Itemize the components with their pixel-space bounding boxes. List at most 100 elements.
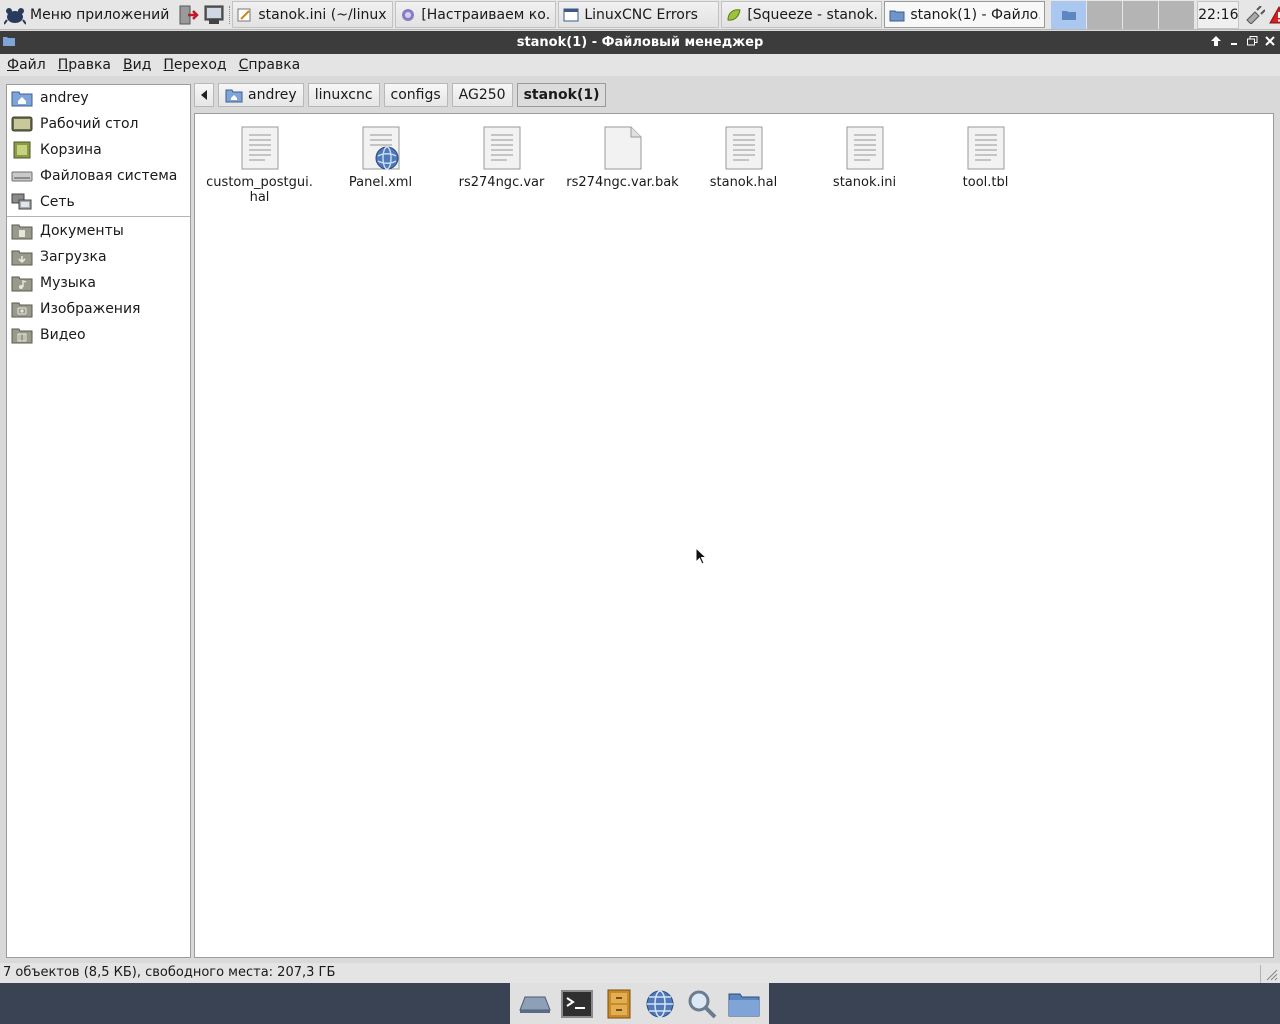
web-browser-launcher[interactable] xyxy=(643,987,677,1021)
task-browser[interactable]: [Настраиваем ко... xyxy=(395,1,557,28)
clock[interactable]: 22:16 xyxy=(1197,0,1240,29)
show-desktop-launcher[interactable] xyxy=(518,987,552,1021)
globe-icon xyxy=(646,989,674,1018)
sidebar-item-home[interactable]: andrey xyxy=(7,85,190,111)
file-cabinet-icon xyxy=(607,989,631,1018)
workspace-pager xyxy=(1051,0,1196,29)
file-name: stanok.hal xyxy=(709,175,778,190)
folder-launcher[interactable] xyxy=(727,987,761,1021)
task-label: LinuxCNC Errors xyxy=(584,6,698,23)
music-folder-icon xyxy=(11,276,33,292)
trash-icon xyxy=(13,141,31,159)
task-file-manager[interactable]: stanok(1) - Файло... xyxy=(884,1,1046,28)
panel-separator xyxy=(229,5,231,24)
sidebar-item-label: Документы xyxy=(40,223,124,239)
path-crumb-home[interactable]: andrey xyxy=(218,83,304,107)
file-icon-view[interactable]: custom_postgui.hal Panel.xml rs274ngc.va… xyxy=(194,113,1274,958)
sidebar-item-network[interactable]: Сеть xyxy=(7,189,190,215)
file-item[interactable]: tool.tbl xyxy=(925,126,1046,190)
folder-icon xyxy=(1061,10,1076,20)
window-titlebar[interactable]: stanok(1) - Файловый менеджер xyxy=(0,31,1280,54)
close-icon xyxy=(1265,36,1275,46)
logout-launcher[interactable] xyxy=(177,2,200,28)
resize-grip-icon[interactable] xyxy=(1264,967,1278,981)
file-item[interactable]: rs274ngc.var.bak xyxy=(562,126,683,190)
sidebar-item-filesystem[interactable]: Файловая система xyxy=(7,163,190,189)
path-crumb-ag250[interactable]: AG250 xyxy=(451,83,513,107)
sidebar-item-label: Загрузка xyxy=(40,249,107,265)
file-item[interactable]: stanok.hal xyxy=(683,126,804,190)
terminal-icon xyxy=(560,989,593,1018)
logout-icon xyxy=(179,5,200,24)
downloads-folder-icon xyxy=(11,250,33,266)
file-item[interactable]: Panel.xml xyxy=(320,126,441,190)
menu-mnemonic: П xyxy=(163,57,174,73)
screenshot-launcher[interactable] xyxy=(203,2,225,28)
browser-icon xyxy=(402,8,415,21)
top-panel: Меню приложений stanok.ini (~/linux... [… xyxy=(0,0,1280,30)
sidebar-item-pictures[interactable]: Изображения xyxy=(7,296,190,322)
text-file-icon xyxy=(241,126,278,170)
menu-edit[interactable]: Правка xyxy=(52,57,117,73)
file-manager-launcher[interactable] xyxy=(602,987,636,1021)
workspace-4[interactable] xyxy=(1159,0,1196,29)
menu-label: ереход xyxy=(173,57,227,73)
close-button[interactable] xyxy=(1264,34,1276,48)
task-linuxcnc-errors[interactable]: LinuxCNC Errors xyxy=(558,1,720,28)
file-item[interactable]: stanok.ini xyxy=(804,126,925,190)
screenshot-icon xyxy=(204,5,224,24)
workspace-3[interactable] xyxy=(1123,0,1160,29)
window-title: stanok(1) - Файловый менеджер xyxy=(516,35,764,50)
menu-mnemonic: В xyxy=(123,57,133,73)
arrow-left-icon xyxy=(201,90,207,100)
menu-go[interactable]: Переход xyxy=(157,57,232,73)
menu-file[interactable]: Файл xyxy=(1,57,52,73)
home-folder-icon xyxy=(225,89,243,102)
menu-help[interactable]: Справка xyxy=(233,57,307,73)
applications-menu-button[interactable]: Меню приложений xyxy=(0,0,175,30)
sidebar-item-music[interactable]: Музыка xyxy=(7,270,190,296)
desktop-icon xyxy=(519,996,551,1013)
network-plug-icon[interactable] xyxy=(1245,5,1266,24)
warning-icon[interactable] xyxy=(1269,5,1280,24)
file-name: tool.tbl xyxy=(962,175,1009,190)
task-label: stanok(1) - Файло... xyxy=(910,6,1041,23)
workspace-1[interactable] xyxy=(1051,0,1088,29)
sidebar-item-video[interactable]: Видео xyxy=(7,322,190,348)
path-crumb-current[interactable]: stanok(1) xyxy=(516,83,607,107)
task-stanok-ini[interactable]: stanok.ini (~/linux... xyxy=(232,1,394,28)
restore-icon xyxy=(1246,36,1257,46)
minimize-button[interactable] xyxy=(1228,34,1240,48)
path-crumb-label: AG250 xyxy=(458,87,506,103)
path-scroll-left-button[interactable] xyxy=(194,83,214,107)
path-bar: andrey linuxcnc configs AG250 stanok(1) xyxy=(194,82,610,108)
path-crumb-label: linuxcnc xyxy=(314,87,373,103)
terminal-launcher[interactable] xyxy=(560,987,594,1021)
leaf-icon xyxy=(727,8,741,21)
path-crumb-label: stanok(1) xyxy=(523,87,600,103)
keep-above-button[interactable] xyxy=(1210,34,1222,48)
sidebar-item-label: Сеть xyxy=(40,194,75,210)
file-item[interactable]: rs274ngc.var xyxy=(441,126,562,190)
menu-mnemonic: Ф xyxy=(7,57,20,73)
drive-icon xyxy=(11,171,33,182)
task-label: stanok.ini (~/linux... xyxy=(258,6,389,23)
tasklist: stanok.ini (~/linux... [Настраиваем ко..… xyxy=(232,0,1047,30)
network-icon xyxy=(11,193,32,210)
search-icon xyxy=(688,990,717,1018)
workspace-2[interactable] xyxy=(1087,0,1124,29)
file-item[interactable]: custom_postgui.hal xyxy=(199,126,320,205)
menu-mnemonic: С xyxy=(238,57,249,73)
sidebar-item-trash[interactable]: Корзина xyxy=(7,137,190,163)
search-launcher[interactable] xyxy=(685,987,719,1021)
minimize-icon xyxy=(1231,43,1237,45)
task-label: [Squeeze - stanok... xyxy=(747,6,878,23)
sidebar-item-desktop[interactable]: Рабочий стол xyxy=(7,111,190,137)
path-crumb-configs[interactable]: configs xyxy=(383,83,448,107)
maximize-button[interactable] xyxy=(1246,34,1258,48)
task-squeeze[interactable]: [Squeeze - stanok... xyxy=(721,1,883,28)
sidebar-item-downloads[interactable]: Загрузка xyxy=(7,244,190,270)
menu-view[interactable]: Вид xyxy=(117,57,157,73)
sidebar-item-documents[interactable]: Документы xyxy=(7,218,190,244)
path-crumb-linuxcnc[interactable]: linuxcnc xyxy=(307,83,380,107)
